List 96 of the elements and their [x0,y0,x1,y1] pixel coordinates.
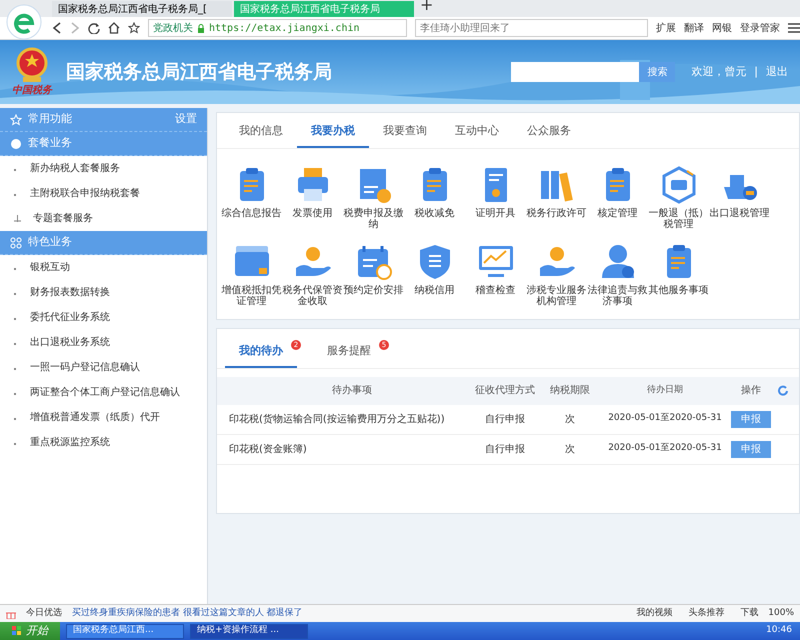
search-field[interactable]: 李佳琦小助理回来了 [414,19,648,37]
service-label[interactable]: 一般退（抵）税管理 [648,208,709,230]
bullet-icon [14,192,18,196]
service-label[interactable]: 出口退税管理 [710,208,770,218]
toolbar-button[interactable]: 网银 [712,20,732,36]
menu-icon[interactable] [788,23,800,33]
bullet-icon [14,416,18,420]
sidebar-item[interactable]: 新办纳税人套餐服务 [30,161,120,176]
nav-tab[interactable]: 我要办税 [297,117,369,148]
refresh-icon[interactable] [88,22,100,34]
service-label[interactable]: 税务代保管资金收取 [282,284,343,306]
nav-tab[interactable]: 公众服务 [513,117,585,148]
news-link[interactable]: 买过终身重疾病保险的患者 很看过这篇文章的人 都退保了 [72,606,303,620]
sidebar-item[interactable]: 增值税普通发票（纸质）代开 [30,410,160,425]
column-header: 征收代理方式 [475,384,535,398]
bullet-icon [14,290,18,294]
status-button[interactable]: 下载 [740,606,758,620]
status-button[interactable]: 头条推荐 [688,606,724,620]
section-title: 常用功能 [28,111,72,128]
toolbar-button[interactable]: 翻译 [684,20,704,36]
lock-icon [197,24,205,32]
service-label[interactable]: 税收减免 [414,208,454,218]
sidebar-item[interactable]: 两证整合个体工商户登记信息确认 [30,385,180,400]
column-header: 待办事项 [331,384,373,398]
bullet-icon [14,266,18,270]
table-cell-text: 2020-05-01至2020-05-31 [607,442,723,456]
forward-icon[interactable] [70,22,80,34]
grid-icon [10,236,22,248]
column-header: 纳税期限 [549,384,591,398]
service-label[interactable]: 纳税信用 [414,284,454,296]
star-icon [10,114,22,126]
service-label[interactable]: 增值税抵扣凭证管理 [221,284,282,306]
nav-tab[interactable]: 我要查询 [369,117,441,148]
service-label[interactable]: 预约定价安排 [344,284,404,296]
table-cell-text: 次 [564,412,576,426]
table-cell-text: 次 [564,442,576,456]
url-text: https://etax.jiangxi.chin [209,22,360,36]
bullet-icon [14,340,18,344]
column-header: 待办日期 [646,384,684,397]
clock-text: 10:46 [766,624,792,638]
bullet-icon [14,366,18,370]
separator-text: | [754,64,758,80]
emblem-text: 中国税务 [12,84,52,98]
sidebar-item[interactable]: 财务报表数据转换 [30,285,110,300]
table-cell-text: 印花税(货物运输合同(按运输费用万分之五贴花)) [228,412,446,426]
sidebar-item[interactable]: 专题套餐服务 [33,211,93,226]
site-title: 国家税务总局江西省电子税务局 [66,60,332,84]
sidebar-item[interactable]: 主附税联合申报纳税套餐 [30,186,140,201]
sidebar-item[interactable]: 出口退税业务系统 [30,335,110,350]
greeting-text: 欢迎，曾元 [691,64,746,80]
back-icon[interactable] [52,22,62,34]
service-label[interactable]: 核定管理 [598,208,638,218]
browser-tab[interactable]: 国家税务总局江西省电子税务局_[ [52,1,232,17]
circle-icon [10,138,22,150]
new-tab-button[interactable]: + [420,0,434,17]
status-text: 今日优选 [26,606,62,620]
site-label: 党政机关 [153,22,193,36]
table-cell-text: 自行申报 [484,412,526,426]
start-button[interactable]: 开始 [0,622,60,640]
toolbar-button[interactable]: 扩展 [656,20,676,36]
section-title: 特色业务 [28,234,72,250]
service-label[interactable]: 其他服务事项 [648,284,708,296]
sidebar-item[interactable]: 一照一码户登记信息确认 [30,360,140,375]
zoom-level[interactable]: 100% [768,606,794,620]
service-label[interactable]: 法律追责与救济事项 [587,284,648,306]
table-cell-text: 印花税(资金账簿) [228,442,308,456]
taskbar-button[interactable]: 纳税+资操作流程 ... [190,624,308,638]
nav-tab[interactable]: 互动中心 [441,117,513,148]
table-cell-text: 自行申报 [484,442,526,456]
sidebar-item[interactable]: 银税互动 [30,260,70,275]
column-header: 操作 [740,384,762,398]
emblem-icon [15,46,49,82]
service-label[interactable]: 税费申报及缴纳 [343,208,404,230]
section-title: 套餐业务 [28,135,72,152]
status-button[interactable]: 我的视频 [636,606,672,620]
taskbar-button[interactable]: 国家税务总局江西... [66,624,184,638]
sidebar-item[interactable]: 重点税源监控系统 [30,435,110,450]
bullet-icon [14,390,18,394]
table-cell-text: 2020-05-01至2020-05-31 [607,412,723,426]
toolbar-button[interactable]: 登录管家 [740,20,780,36]
search-field[interactable] [511,62,640,82]
nav-tab[interactable]: 我的信息 [225,117,297,148]
windows-logo-icon [12,626,22,636]
bullet-icon [14,166,18,170]
bullet-icon [14,316,18,320]
address-bar[interactable]: 党政机关 https://etax.jiangxi.chin [148,19,407,37]
star-icon[interactable] [128,22,140,34]
service-label[interactable]: 证明开具 [476,208,516,218]
service-label[interactable]: 综合信息报告 [222,208,282,218]
bullet-icon [14,440,18,444]
service-label[interactable]: 稽查检查 [476,284,516,296]
service-label[interactable]: 发票使用 [292,208,332,218]
sidebar-item[interactable]: 委托代征业务系统 [30,310,110,325]
home-icon[interactable] [108,22,120,34]
service-label[interactable]: 涉税专业服务机构管理 [526,284,587,306]
service-label[interactable]: 税务行政许可 [526,208,586,218]
